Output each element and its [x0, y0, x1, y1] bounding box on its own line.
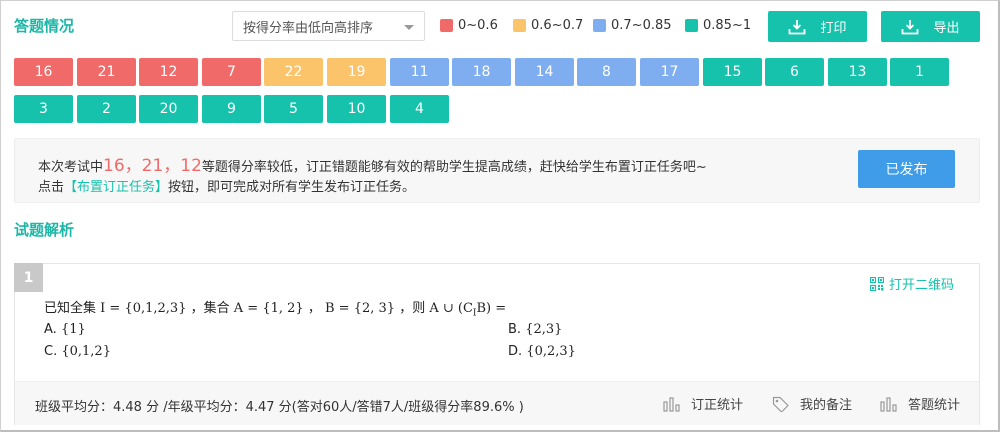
- legend-item-1: 0.6~0.7: [513, 18, 583, 33]
- legend-label: 0~0.6: [458, 18, 498, 33]
- question-chip-7[interactable]: 7: [202, 58, 261, 86]
- question-chip-1[interactable]: 1: [890, 58, 949, 86]
- qrcode-icon: [869, 276, 884, 291]
- exam-report-panel: 答题情况 按得分率由低向高排序 0~0.6 0.6~0.7 0.7~0.85 0…: [0, 0, 1000, 432]
- question-chip-21[interactable]: 21: [77, 58, 136, 86]
- tag-icon: [772, 396, 789, 412]
- option-b: B. {2,3}: [508, 322, 562, 337]
- stem-math-part: A ∪ (C: [429, 301, 473, 316]
- answer-stats-label: 答题统计: [908, 398, 961, 413]
- question-chip-15[interactable]: 15: [703, 58, 762, 86]
- stem-math: A ∪ (CIB) =: [429, 301, 507, 319]
- legend-label: 0.7~0.85: [611, 18, 672, 33]
- open-qrcode-label: 打开二维码: [888, 278, 954, 293]
- my-notes-button[interactable]: 我的备注: [772, 394, 852, 413]
- answer-stats-button[interactable]: 答题统计: [880, 394, 960, 413]
- notice-line2-suffix: 按钮，即可完成对所有学生发布订正任务。: [168, 180, 416, 195]
- option-label: A.: [44, 322, 57, 337]
- legend-swatch: [685, 19, 698, 32]
- legend-item-0: 0~0.6: [440, 18, 498, 33]
- stem-math: B = {2, 3}: [324, 301, 396, 316]
- question-stem: 已知全集 I = {0,1,2,3} ，集合 A = {1, 2} ， B = …: [44, 297, 506, 319]
- print-button[interactable]: 打印: [768, 11, 867, 42]
- bar-chart-icon: [880, 396, 897, 412]
- question-number: 1: [14, 263, 43, 292]
- question-card: 1 打开二维码 已知全集 I = {0,1,2,3} ，集合 A = {1, 2…: [14, 263, 980, 425]
- question-chip-13[interactable]: 13: [828, 58, 887, 86]
- question-chip-19[interactable]: 19: [327, 58, 386, 86]
- question-chip-3[interactable]: 3: [14, 95, 73, 123]
- notice-line2-prefix: 点击: [38, 180, 65, 195]
- stem-math: A = {1, 2}: [233, 301, 304, 316]
- bar-chart-icon: [663, 396, 680, 412]
- answer-section-title: 答题情况: [14, 17, 75, 35]
- download-icon: [789, 19, 806, 34]
- option-value: {2,3}: [525, 322, 563, 337]
- option-label: C.: [44, 344, 58, 359]
- question-footer: 班级平均分：4.48 分 /年级平均分：4.47 分(答对60人/答错7人/班级…: [15, 381, 979, 425]
- question-chip-16[interactable]: 16: [14, 58, 73, 86]
- correction-notice: 本次考试中16，21，12等题得分率较低，订正错题能够有效的帮助学生提高成绩，赶…: [14, 138, 980, 203]
- notice-line-2: 点击【布置订正任务】按钮，即可完成对所有学生发布订正任务。: [38, 176, 415, 195]
- question-chip-18[interactable]: 18: [452, 58, 511, 86]
- export-button[interactable]: 导出: [881, 11, 980, 42]
- legend-swatch: [513, 19, 526, 32]
- stem-text: ，: [307, 301, 321, 316]
- question-chip-5[interactable]: 5: [264, 95, 323, 123]
- legend-label: 0.6~0.7: [531, 18, 584, 33]
- legend-swatch: [440, 19, 453, 32]
- question-chip-10[interactable]: 10: [327, 95, 386, 123]
- open-qrcode-link[interactable]: 打开二维码: [869, 274, 954, 293]
- legend-item-2: 0.7~0.85: [593, 18, 672, 33]
- option-label: D.: [508, 344, 523, 359]
- print-button-label: 打印: [820, 21, 847, 36]
- assign-correction-link[interactable]: 【布置订正任务】: [64, 180, 168, 195]
- notice-suffix: 等题得分率较低，订正错题能够有效的帮助学生提高成绩，赶快给学生布置订正任务吧~: [201, 160, 707, 175]
- my-notes-label: 我的备注: [800, 398, 853, 413]
- correction-stats-button[interactable]: 订正统计: [663, 394, 743, 413]
- option-label: B.: [508, 322, 522, 337]
- option-value: {1}: [60, 322, 86, 337]
- question-chip-11[interactable]: 11: [390, 58, 449, 86]
- question-chip-20[interactable]: 20: [139, 95, 198, 123]
- download-icon: [902, 19, 919, 34]
- published-button[interactable]: 已发布: [858, 150, 955, 188]
- option-a: A. {1}: [44, 322, 86, 337]
- legend-swatch: [593, 19, 606, 32]
- question-chip-4[interactable]: 4: [390, 95, 449, 123]
- stem-math: I = {0,1,2,3}: [100, 301, 187, 316]
- analysis-section-title: 试题解析: [14, 221, 75, 239]
- score-stats: 班级平均分：4.48 分 /年级平均分：4.47 分(答对60人/答错7人/班级…: [35, 400, 524, 415]
- question-chip-14[interactable]: 14: [515, 58, 574, 86]
- option-c: C. {0,1,2}: [44, 344, 111, 359]
- question-chip-2[interactable]: 2: [77, 95, 136, 123]
- stem-text: ，集合: [190, 301, 230, 316]
- legend-label: 0.85~1: [703, 18, 752, 33]
- stem-math-part: B) =: [476, 301, 507, 316]
- sort-select-value: 按得分率由低向高排序: [243, 20, 374, 36]
- notice-line-1: 本次考试中16，21，12等题得分率较低，订正错题能够有效的帮助学生提高成绩，赶…: [38, 151, 707, 176]
- question-chip-22[interactable]: 22: [264, 58, 323, 86]
- sort-select[interactable]: 按得分率由低向高排序: [232, 11, 425, 41]
- legend-item-3: 0.85~1: [685, 18, 751, 33]
- correction-stats-label: 订正统计: [691, 398, 744, 413]
- low-score-questions: 16，21，12: [103, 156, 202, 176]
- question-chip-12[interactable]: 12: [139, 58, 198, 86]
- question-chip-8[interactable]: 8: [577, 58, 636, 86]
- question-chip-17[interactable]: 17: [640, 58, 699, 86]
- option-value: {0,2,3}: [526, 344, 576, 359]
- question-chip-9[interactable]: 9: [202, 95, 261, 123]
- option-value: {0,1,2}: [61, 344, 111, 359]
- stem-text: 已知全集: [44, 301, 97, 316]
- chevron-down-icon: [404, 25, 414, 30]
- stem-text: ，则: [399, 301, 426, 316]
- question-chip-6[interactable]: 6: [765, 58, 824, 86]
- option-d: D. {0,2,3}: [508, 344, 576, 359]
- notice-prefix: 本次考试中: [38, 160, 104, 175]
- export-button-label: 导出: [933, 21, 960, 36]
